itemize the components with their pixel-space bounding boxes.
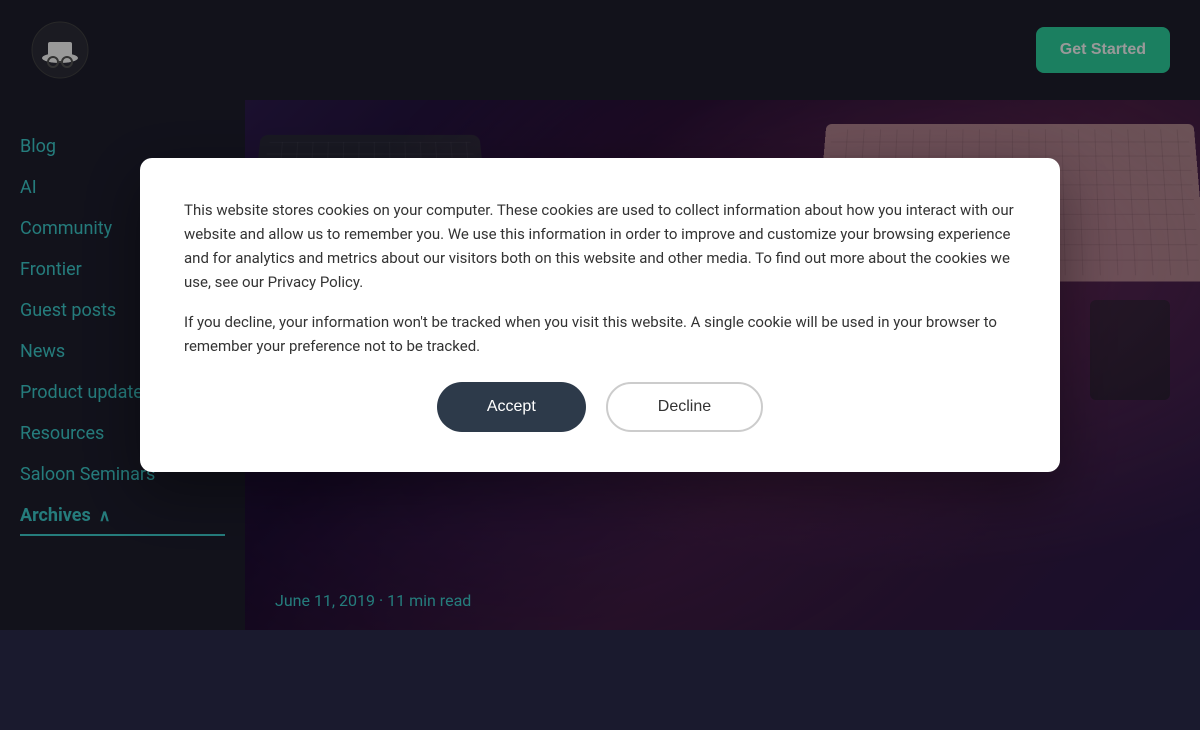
cookie-text-block: This website stores cookies on your comp… <box>184 198 1016 358</box>
decline-button[interactable]: Decline <box>606 382 763 432</box>
cookie-modal: This website stores cookies on your comp… <box>140 158 1060 472</box>
cookie-text-2: If you decline, your information won't b… <box>184 310 1016 358</box>
cookie-actions: Accept Decline <box>184 382 1016 432</box>
cookie-modal-overlay: This website stores cookies on your comp… <box>0 0 1200 630</box>
cookie-text-1: This website stores cookies on your comp… <box>184 198 1016 294</box>
accept-button[interactable]: Accept <box>437 382 586 432</box>
